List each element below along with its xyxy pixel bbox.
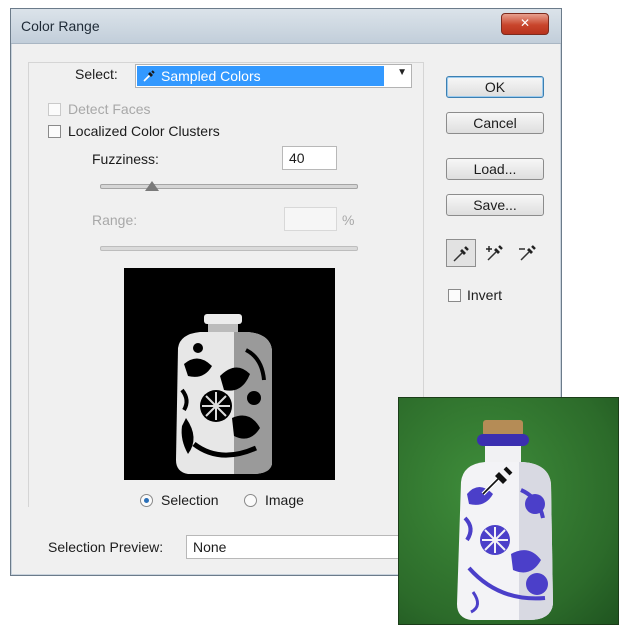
eyedropper-tool-button[interactable] <box>446 239 476 267</box>
fuzziness-slider-thumb[interactable] <box>144 181 159 191</box>
ok-button[interactable]: OK <box>446 76 544 98</box>
select-label: Select: <box>75 66 118 82</box>
select-highlight: Sampled Colors <box>137 66 384 86</box>
load-button[interactable]: Load... <box>446 158 544 180</box>
detect-faces-checkbox[interactable] <box>48 103 61 116</box>
invert-checkbox[interactable] <box>448 289 461 302</box>
selection-preview-dropdown[interactable]: None <box>186 535 416 559</box>
close-icon: ✕ <box>519 16 531 30</box>
range-unit: % <box>342 212 355 228</box>
page: Color Range ✕ Select: Sampled Colors ▼ D… <box>0 0 619 625</box>
subtract-from-sample-tool-button[interactable] <box>514 239 544 267</box>
bottle-mask-graphic <box>176 314 272 474</box>
invert-label: Invert <box>467 287 503 303</box>
cancel-button[interactable]: Cancel <box>446 112 544 134</box>
range-slider-track[interactable] <box>100 246 358 251</box>
selection-radio-dot <box>144 498 149 503</box>
selection-preview-image <box>124 268 335 480</box>
eyedropper-plus-icon <box>486 245 503 261</box>
selection-radio[interactable] <box>140 494 153 507</box>
bottle-photo-graphic <box>457 420 553 620</box>
chevron-down-icon[interactable]: ▼ <box>397 67 407 78</box>
close-button[interactable]: ✕ <box>501 13 549 35</box>
save-button[interactable]: Save... <box>446 194 544 216</box>
localized-color-clusters-label: Localized Color Clusters <box>68 123 220 139</box>
sample-photo[interactable] <box>398 397 619 625</box>
select-dropdown[interactable]: Sampled Colors ▼ <box>135 64 412 88</box>
title-bar[interactable]: Color Range ✕ <box>11 9 561 44</box>
dialog-title: Color Range <box>21 18 100 34</box>
add-to-sample-tool-button[interactable] <box>481 239 511 267</box>
eyedropper-icon <box>143 70 155 82</box>
image-radio-label: Image <box>265 492 304 508</box>
image-radio[interactable] <box>244 494 257 507</box>
selection-radio-label: Selection <box>161 492 219 508</box>
selection-preview-label: Selection Preview: <box>48 539 164 555</box>
localized-color-clusters-checkbox[interactable] <box>48 125 61 138</box>
fuzziness-label: Fuzziness: <box>92 151 159 167</box>
eyedropper-icon <box>453 246 469 262</box>
fuzziness-slider-track[interactable] <box>100 184 358 189</box>
range-label: Range: <box>92 212 138 228</box>
eyedropper-minus-icon <box>519 245 536 261</box>
select-value: Sampled Colors <box>161 68 261 84</box>
detect-faces-label: Detect Faces <box>68 101 151 117</box>
fuzziness-input[interactable]: 40 <box>282 146 337 170</box>
range-input[interactable] <box>284 207 337 231</box>
